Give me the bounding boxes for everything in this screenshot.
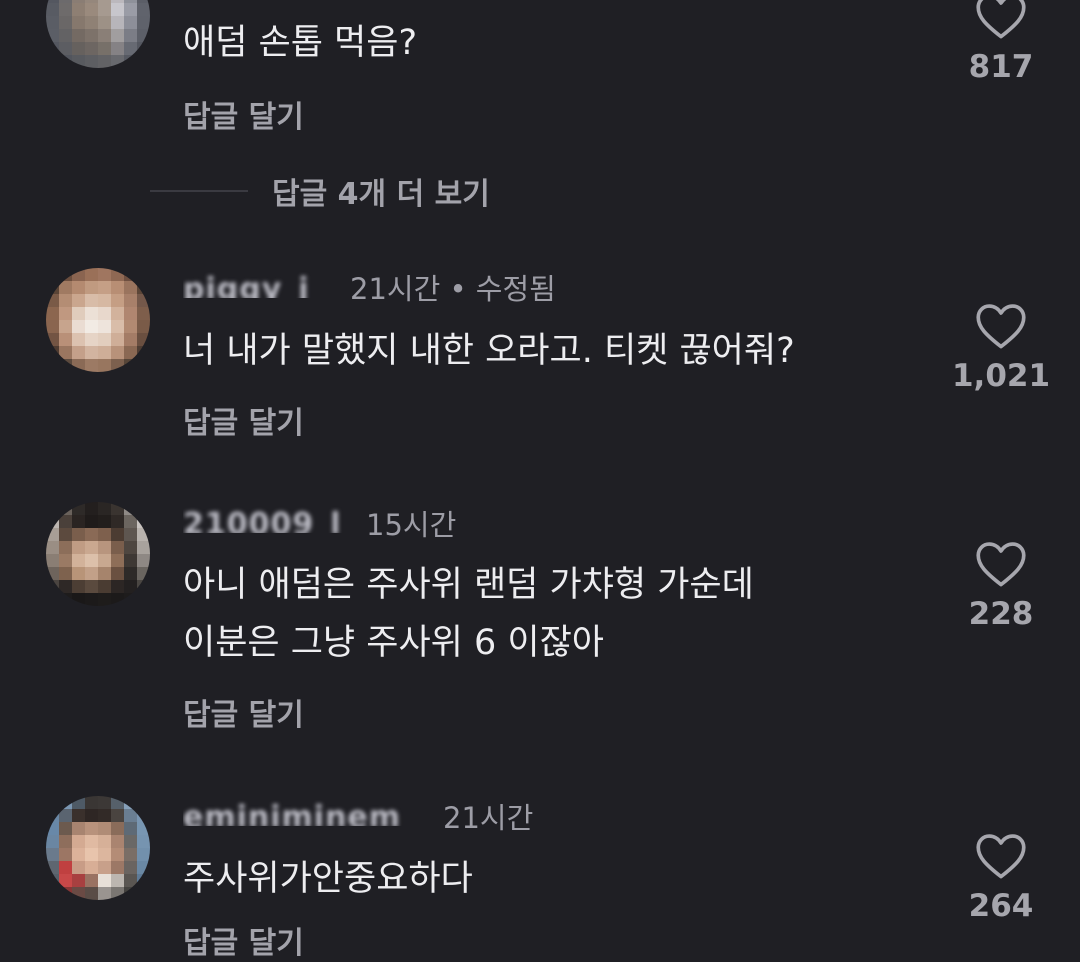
avatar-image bbox=[46, 268, 150, 372]
comment-text-line: 이분은 그냥 주사위 6 이잖아 bbox=[183, 623, 604, 663]
avatar[interactable] bbox=[46, 502, 150, 606]
comment-text-line: 너 내가 말했지 내한 오라고. 티켓 끊어줘? bbox=[183, 331, 795, 371]
divider bbox=[150, 190, 248, 192]
comment-time: 15시간 bbox=[366, 508, 457, 542]
reply-button[interactable]: 답글 달기 bbox=[183, 918, 304, 962]
like-count: 228 bbox=[968, 596, 1034, 632]
comment-time: 21시간 bbox=[443, 801, 534, 835]
comment-text: 너 내가 말했지 내한 오라고. 티켓 끊어줘? bbox=[183, 322, 795, 380]
comment-text-line: 애덤 손톱 먹음? bbox=[183, 23, 418, 63]
like-count: 817 bbox=[968, 49, 1034, 85]
heart-outline-icon bbox=[976, 0, 1026, 39]
like-button[interactable]: 817 bbox=[941, 0, 1061, 85]
comment-time: 21시간 bbox=[350, 272, 441, 306]
comment-text-line: 아니 애덤은 주사위 랜덤 가챠형 가순데 bbox=[183, 565, 754, 605]
comment-text-line: 주사위가안중요하다 bbox=[183, 859, 473, 899]
edited-label: • 수정됨 bbox=[449, 272, 556, 306]
view-more-replies-label: 답글 4개 더 보기 bbox=[272, 177, 490, 212]
comment-meta: 15시간 bbox=[366, 502, 456, 544]
comment-text: 애덤 손톱 먹음? bbox=[183, 14, 417, 72]
avatar-image bbox=[46, 502, 150, 606]
avatar[interactable] bbox=[46, 268, 150, 372]
username[interactable]: piggy_j bbox=[183, 272, 343, 298]
username[interactable]: eminiminem bbox=[183, 800, 433, 826]
view-more-replies-button[interactable]: 답글 4개 더 보기 bbox=[150, 166, 490, 216]
username[interactable]: 210009_l bbox=[183, 507, 355, 533]
like-count: 1,021 bbox=[951, 358, 1051, 394]
like-button[interactable]: 1,021 bbox=[941, 302, 1061, 394]
avatar-image bbox=[46, 0, 150, 68]
avatar[interactable] bbox=[46, 796, 150, 900]
like-count: 264 bbox=[968, 888, 1034, 924]
reply-button[interactable]: 답글 달기 bbox=[183, 690, 304, 734]
reply-button[interactable]: 답글 달기 bbox=[183, 92, 304, 136]
comment-text: 아니 애덤은 주사위 랜덤 가챠형 가순데 이분은 그냥 주사위 6 이잖아 bbox=[183, 556, 754, 672]
comment-text: 주사위가안중요하다 bbox=[183, 850, 473, 908]
reply-button[interactable]: 답글 달기 bbox=[183, 398, 304, 442]
comment-meta: 21시간 • 수정됨 bbox=[350, 266, 556, 308]
avatar-image bbox=[46, 796, 150, 900]
like-button[interactable]: 228 bbox=[941, 540, 1061, 632]
comment-meta: 21시간 bbox=[443, 795, 533, 837]
avatar[interactable] bbox=[46, 0, 150, 68]
heart-outline-icon bbox=[976, 542, 1026, 587]
like-button[interactable]: 264 bbox=[941, 832, 1061, 924]
heart-outline-icon bbox=[976, 834, 1026, 879]
heart-outline-icon bbox=[976, 304, 1026, 349]
